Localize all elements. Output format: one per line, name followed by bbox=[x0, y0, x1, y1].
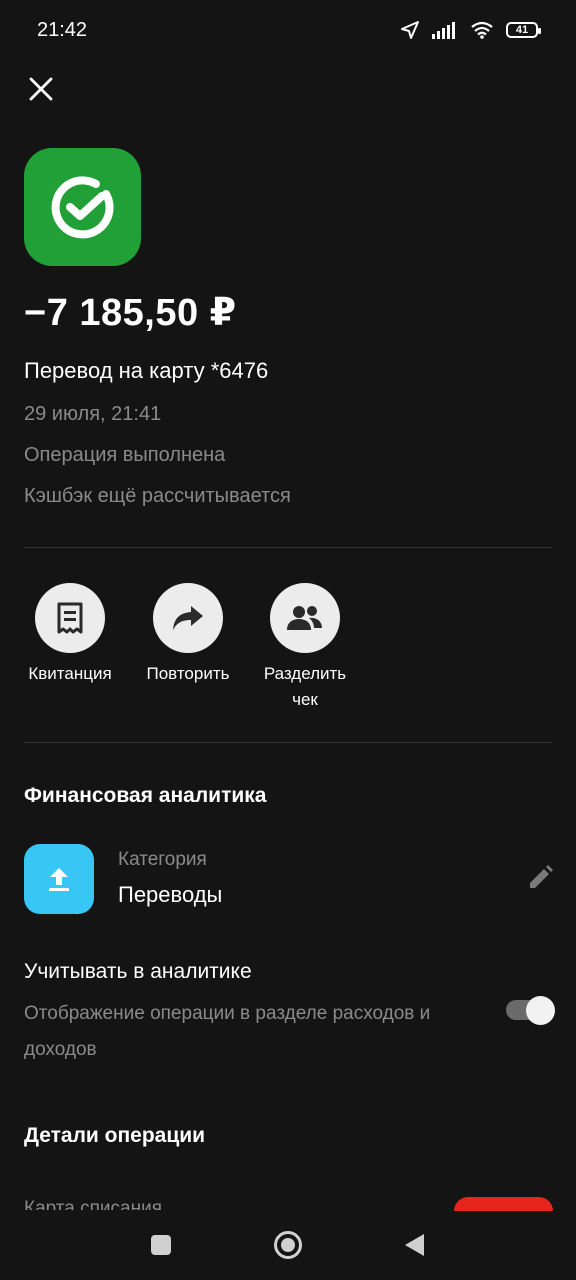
repeat-label: Повторить bbox=[146, 664, 230, 683]
transaction-amount: −7 185,50 ₽ bbox=[24, 292, 237, 334]
repeat-button[interactable] bbox=[153, 583, 223, 653]
toggle-knob bbox=[526, 996, 555, 1025]
location-arrow-icon bbox=[401, 21, 419, 39]
card-thumbnail[interactable] bbox=[454, 1197, 553, 1211]
receipt-button[interactable] bbox=[35, 583, 105, 653]
split-bill-label: Разделить чек bbox=[263, 664, 347, 709]
sber-logo bbox=[24, 148, 141, 266]
back-icon[interactable] bbox=[402, 1232, 428, 1258]
upload-icon bbox=[49, 868, 69, 891]
battery-icon: 41 bbox=[506, 22, 541, 38]
category-value[interactable]: Переводы bbox=[118, 882, 222, 908]
transaction-status: Операция выполнена bbox=[24, 444, 226, 466]
divider bbox=[24, 742, 552, 743]
edit-icon[interactable] bbox=[526, 864, 554, 892]
signal-icon bbox=[432, 22, 455, 39]
receipt-label: Квитанция bbox=[28, 664, 112, 683]
include-analytics-description: Отображение операции в разделе расходов … bbox=[24, 1003, 431, 1060]
category-label: Категория bbox=[118, 849, 207, 870]
include-analytics-title: Учитывать в аналитике bbox=[24, 960, 252, 983]
divider bbox=[24, 547, 552, 548]
split-bill-action[interactable]: Разделить чек bbox=[245, 583, 365, 713]
people-icon bbox=[287, 606, 322, 630]
receipt-icon bbox=[57, 602, 83, 634]
repeat-action[interactable]: Повторить bbox=[128, 583, 248, 687]
recents-icon[interactable] bbox=[148, 1232, 174, 1258]
include-analytics-toggle[interactable] bbox=[506, 996, 555, 1025]
cashback-status: Кэшбэк ещё рассчитывается bbox=[24, 485, 291, 507]
transaction-description: Перевод на карту *6476 bbox=[24, 358, 269, 383]
sber-check-icon bbox=[51, 176, 114, 239]
card-label: Карта списания bbox=[24, 1198, 162, 1210]
close-icon[interactable] bbox=[26, 74, 56, 104]
repeat-icon bbox=[173, 606, 203, 630]
receipt-action[interactable]: Квитанция bbox=[10, 583, 130, 687]
analytics-title: Финансовая аналитика bbox=[24, 784, 267, 807]
transaction-date: 29 июля, 21:41 bbox=[24, 403, 162, 425]
category-icon-tile[interactable] bbox=[24, 844, 94, 914]
status-icons: 41 bbox=[400, 20, 541, 40]
status-time: 21:42 bbox=[37, 19, 88, 41]
details-title: Детали операции bbox=[24, 1124, 206, 1147]
wifi-icon bbox=[471, 21, 493, 39]
split-bill-button[interactable] bbox=[270, 583, 340, 653]
home-icon[interactable] bbox=[273, 1230, 303, 1260]
